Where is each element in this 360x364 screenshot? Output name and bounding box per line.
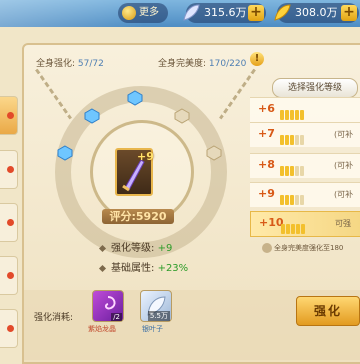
total-strengthen-value: 57/72 — [77, 59, 104, 69]
currency-feather: 315.6万 + — [183, 3, 266, 23]
strengthen-button[interactable]: 强化 — [296, 296, 360, 326]
tab-notice-dot — [7, 272, 14, 279]
more-label: 更多 — [139, 7, 159, 18]
blue-gem-icon — [84, 108, 100, 124]
material-silver-leaf[interactable]: 5.5万 — [140, 290, 172, 322]
side-tab-3[interactable] — [0, 203, 18, 242]
level-label: +9 — [258, 187, 275, 200]
total-perfection-value: 170/220 — [208, 59, 247, 69]
level-note: (可补 — [334, 130, 354, 139]
stat-label: 基础属性: — [111, 263, 155, 274]
tab-notice-dot — [7, 325, 14, 332]
tab-notice-dot — [7, 166, 14, 173]
weapon-level-badge: +9 — [137, 150, 154, 163]
empty-socket-icon — [174, 108, 190, 124]
level-row[interactable]: +7 (可补 — [250, 122, 360, 147]
currency-gold-leaf: 308.0万 + — [274, 3, 359, 23]
level-label: +7 — [258, 127, 275, 140]
stat-value: +9 — [157, 243, 173, 254]
empty-socket-icon — [206, 145, 222, 161]
add-feather-button[interactable]: + — [248, 5, 264, 21]
level-bars — [280, 161, 305, 180]
level-row-selected[interactable]: +10 可强 — [250, 211, 360, 237]
blue-gem-icon — [127, 90, 143, 106]
level-note: 可强 — [335, 219, 351, 228]
total-perfection-label: 全身完美度: — [158, 59, 207, 69]
level-label: +6 — [258, 102, 275, 115]
select-level-button[interactable]: 选择强化等级 — [272, 78, 358, 98]
level-row[interactable]: +8 (可补 — [250, 153, 360, 178]
level-label: +8 — [258, 158, 275, 171]
level-bars — [281, 219, 306, 238]
tab-notice-dot — [7, 219, 14, 226]
side-tab-2[interactable] — [0, 150, 18, 189]
help-icon[interactable]: ! — [250, 52, 264, 66]
total-strengthen: 全身强化: 57/72 — [36, 56, 104, 69]
perfection-hint: 全身完美度强化至180 — [262, 243, 343, 253]
feather-icon — [183, 4, 200, 21]
level-label: +10 — [259, 216, 284, 229]
add-gold-button[interactable]: + — [341, 5, 357, 21]
stat-label: 强化等级: — [111, 243, 155, 254]
gold-leaf-icon — [274, 4, 291, 21]
level-row[interactable]: +9 (可补 — [250, 182, 360, 207]
info-icon — [262, 243, 272, 253]
stat-value: +23% — [157, 263, 189, 274]
side-tab-4[interactable] — [0, 256, 18, 295]
material-name: 紫焰龙晶 — [88, 325, 116, 333]
score-bar: 评分:5920 — [102, 209, 174, 224]
blue-gem-icon — [57, 145, 73, 161]
cost-label: 强化消耗: — [34, 313, 74, 323]
stat-row: 强化等级: +9 — [98, 239, 173, 254]
stat-row: 基础属性: +23% — [98, 259, 189, 274]
more-coin-icon — [122, 6, 136, 20]
more-button[interactable]: 更多 — [118, 3, 168, 23]
total-strengthen-label: 全身强化: — [36, 59, 76, 69]
side-tab-5[interactable] — [0, 309, 18, 348]
tab-notice-dot — [7, 112, 14, 119]
material-name: 银叶子 — [142, 325, 163, 333]
currency-gold-value: 308.0万 — [295, 6, 338, 19]
side-tab-1[interactable] — [0, 96, 18, 135]
perfection-hint-text: 全身完美度强化至180 — [274, 244, 344, 252]
level-row[interactable]: +6 — [250, 97, 360, 122]
material-purple-crystal[interactable]: /2 — [92, 290, 124, 322]
level-note: (可补 — [334, 190, 354, 199]
currency-feather-value: 315.6万 — [204, 6, 247, 19]
diamond-bullet-icon — [98, 264, 107, 272]
material-count: 5.5万 — [147, 311, 170, 321]
total-perfection: 全身完美度: 170/220 — [158, 56, 246, 69]
level-bars — [280, 130, 305, 149]
level-bars — [280, 190, 305, 209]
diamond-bullet-icon — [98, 244, 107, 252]
material-count: /2 — [111, 313, 122, 321]
level-note: (可补 — [334, 161, 354, 170]
